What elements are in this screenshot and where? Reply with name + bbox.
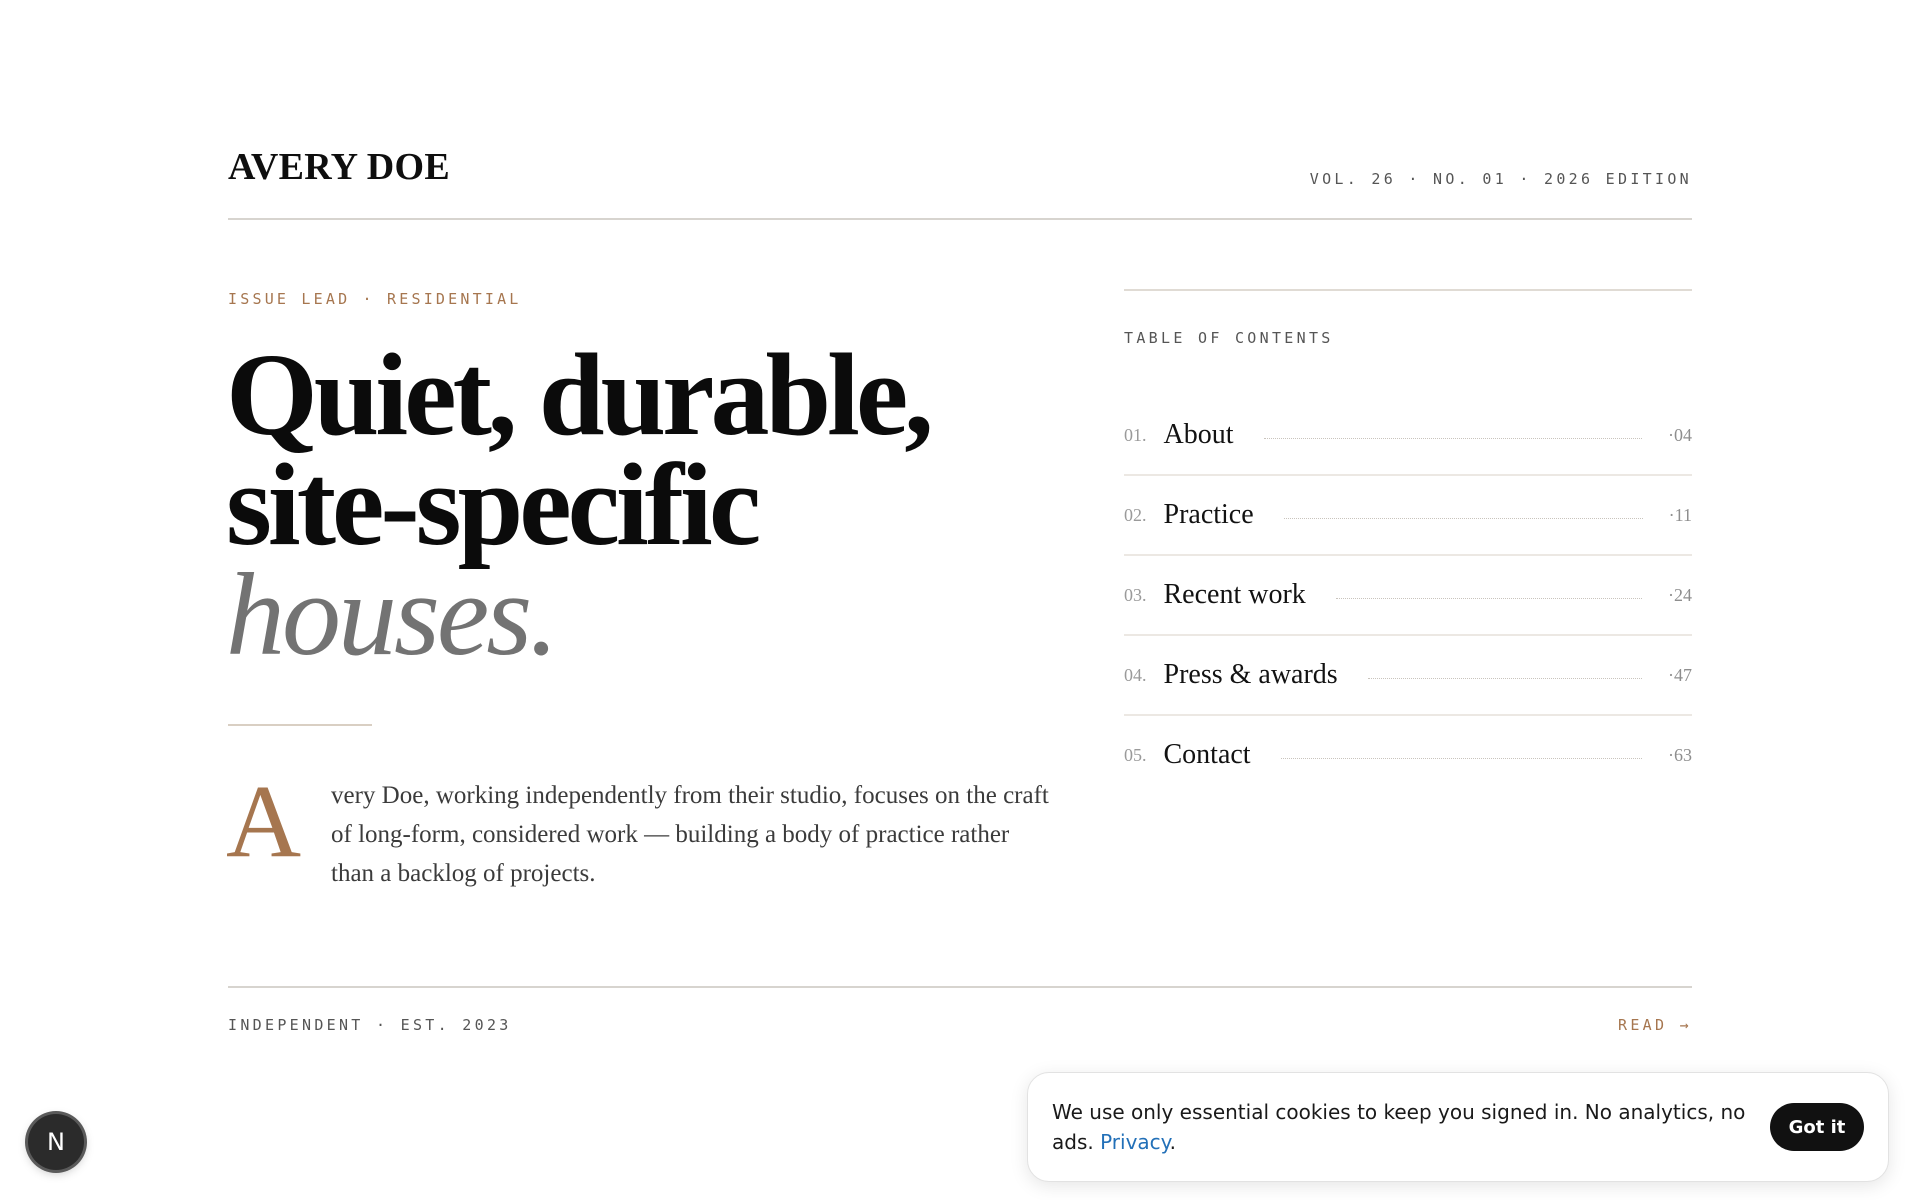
toc-item-press-awards[interactable]: 04. Press & awards ·47 bbox=[1124, 636, 1692, 716]
footer-bar: INDEPENDENT · EST. 2023 READ → bbox=[228, 986, 1692, 1033]
toc-item-label: Contact bbox=[1163, 739, 1251, 770]
toc-item-label: Press & awards bbox=[1163, 659, 1338, 690]
headline-line-2: site-specific bbox=[226, 439, 761, 570]
toc-item-page: ·63 bbox=[1668, 744, 1692, 765]
cookie-banner: We use only essential cookies to keep yo… bbox=[1027, 1072, 1889, 1182]
toc-list: 01. About ·04 02. Practice ·11 03. Recen… bbox=[1124, 396, 1692, 794]
read-link[interactable]: READ → bbox=[1618, 1018, 1692, 1033]
toc-title: TABLE OF CONTENTS bbox=[1124, 329, 1334, 347]
headline: Quiet, durable, site-specific houses. bbox=[226, 329, 934, 680]
toc-item-number: 03. bbox=[1124, 584, 1147, 605]
toc-item-page: ·24 bbox=[1668, 584, 1692, 605]
toc-dot-leader bbox=[1283, 517, 1643, 519]
toc-item-page: ·04 bbox=[1668, 424, 1692, 445]
n-logo-button[interactable]: N bbox=[28, 1114, 84, 1170]
cookie-message-suffix: . bbox=[1169, 1130, 1177, 1154]
privacy-link[interactable]: Privacy bbox=[1100, 1130, 1170, 1154]
edition-label: VOL. 26 · NO. 01 · 2026 EDITION bbox=[1309, 170, 1692, 188]
toc-item-practice[interactable]: 02. Practice ·11 bbox=[1124, 476, 1692, 556]
toc-item-number: 02. bbox=[1124, 504, 1147, 525]
drop-cap: A bbox=[226, 764, 302, 879]
headline-divider bbox=[228, 724, 372, 726]
toc-item-recent-work[interactable]: 03. Recent work ·24 bbox=[1124, 556, 1692, 636]
cookie-accept-button[interactable]: Got it bbox=[1770, 1103, 1864, 1151]
toc-item-page: ·47 bbox=[1668, 664, 1692, 685]
toc-item-number: 04. bbox=[1124, 664, 1147, 685]
n-logo-icon: N bbox=[47, 1128, 65, 1156]
headline-line-1: Quiet, durable, bbox=[226, 329, 934, 460]
footer-tagline: INDEPENDENT · EST. 2023 bbox=[228, 1016, 512, 1034]
toc-dot-leader bbox=[1263, 437, 1642, 439]
intro-paragraph: very Doe, working independently from the… bbox=[331, 782, 1049, 887]
toc-item-page: ·11 bbox=[1668, 504, 1692, 525]
toc-item-about[interactable]: 01. About ·04 bbox=[1124, 396, 1692, 476]
toc-item-number: 05. bbox=[1124, 744, 1147, 765]
table-of-contents: TABLE OF CONTENTS 01. About ·04 02. Prac… bbox=[1124, 289, 1692, 770]
masthead: AVERY DOE VOL. 26 · NO. 01 · 2026 EDITIO… bbox=[228, 140, 1692, 220]
cookie-message-block: We use only essential cookies to keep yo… bbox=[1052, 1097, 1752, 1157]
toc-item-label: Practice bbox=[1163, 499, 1254, 530]
toc-dot-leader bbox=[1367, 677, 1642, 679]
brand-name: AVERY DOE bbox=[228, 146, 451, 188]
toc-item-label: Recent work bbox=[1163, 579, 1306, 610]
toc-dot-leader bbox=[1280, 757, 1642, 759]
headline-emphasis: houses. bbox=[226, 549, 559, 680]
toc-item-label: About bbox=[1163, 419, 1234, 450]
toc-dot-leader bbox=[1335, 597, 1642, 599]
toc-item-contact[interactable]: 05. Contact ·63 bbox=[1124, 716, 1692, 794]
toc-item-number: 01. bbox=[1124, 424, 1147, 445]
issue-kicker: ISSUE LEAD · RESIDENTIAL bbox=[228, 290, 522, 308]
